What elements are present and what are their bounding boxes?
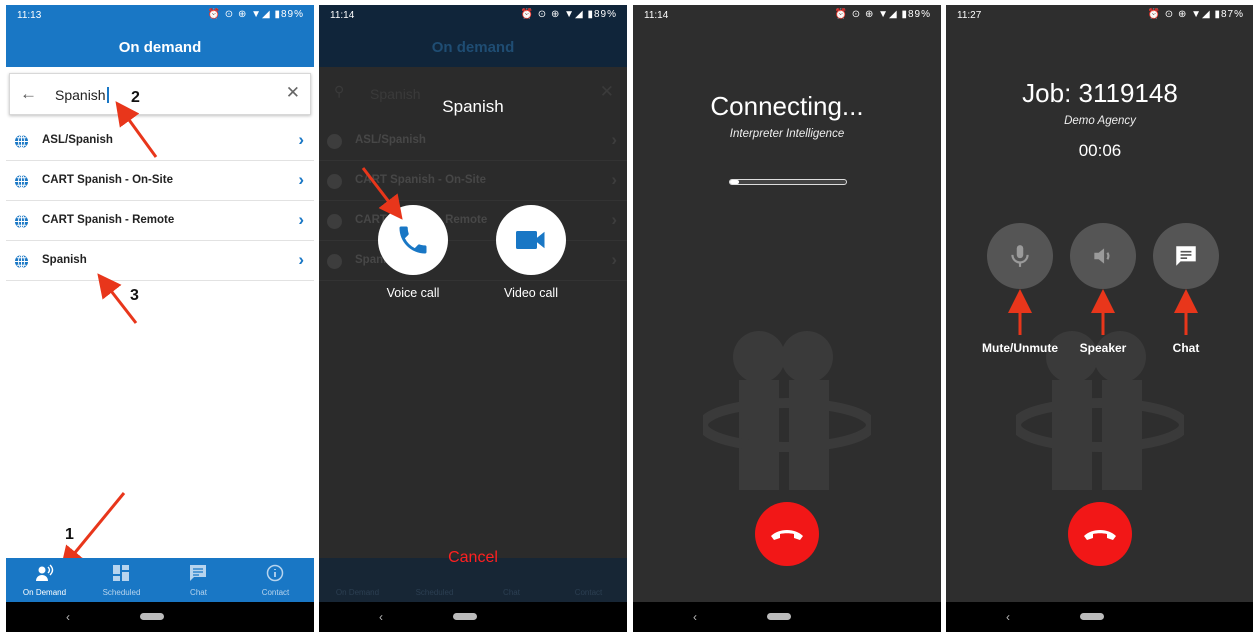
system-home-icon[interactable] — [453, 613, 477, 620]
annotation-step-1: 1 — [65, 526, 74, 543]
system-nav-bar: ‹ — [633, 602, 941, 632]
mute-label: Mute/Unmute — [982, 341, 1058, 355]
phone-screen-connecting: 11:14 ⏰ ⊙ ⊕ ▼◢ ▮89% Connecting... Interp… — [633, 5, 941, 632]
system-nav-bar: ‹ — [319, 602, 627, 632]
phone-screen-in-call: 11:27 ⏰ ⊙ ⊕ ▼◢ ▮87% Job: 3119148 Demo Ag… — [946, 5, 1253, 632]
info-icon — [266, 564, 284, 582]
nav-on-demand[interactable]: On Demand — [6, 558, 83, 602]
hang-up-button[interactable] — [1068, 502, 1132, 566]
nav-label: Contact — [261, 588, 290, 597]
provider-name: Interpreter Intelligence — [729, 128, 845, 140]
status-time: 11:14 — [644, 10, 669, 21]
system-home-icon[interactable] — [140, 613, 164, 620]
on-demand-icon — [36, 564, 54, 581]
nav-label: Scheduled — [102, 588, 141, 597]
chat-icon — [190, 565, 206, 581]
status-icons: ⏰ ⊙ ⊕ ▼◢ ▮89% — [834, 9, 931, 20]
nav-label: Contact — [574, 588, 603, 597]
cancel-button[interactable]: Cancel — [319, 549, 627, 567]
annotation-arrow — [361, 167, 403, 220]
nav-label: Chat — [503, 588, 520, 597]
speaker-label: Speaker — [1079, 341, 1127, 355]
nav-label: On Demand — [335, 588, 380, 597]
system-back-icon[interactable]: ‹ — [693, 610, 697, 624]
nav-chat[interactable]: Chat — [160, 558, 237, 602]
bottom-nav: On Demand Scheduled Chat Contact — [6, 558, 314, 602]
annotation-arrows — [1008, 289, 1198, 335]
connecting-heading: Connecting... — [710, 91, 864, 121]
nav-label: On Demand — [22, 588, 67, 597]
phone-screen-call-choice: On demand ⚲ Spanish ✕ ASL/Spanish › CART … — [319, 5, 627, 632]
hang-up-icon — [771, 530, 803, 540]
phone-screen-search: 11:13 ⏰ ⊙ ⊕ ▼◢ ▮89% On demand ← Spanish … — [6, 5, 314, 632]
nav-contact[interactable]: Contact — [237, 558, 314, 602]
nav-scheduled[interactable]: Scheduled — [83, 558, 160, 602]
chat-label: Chat — [1172, 341, 1200, 355]
system-home-icon[interactable] — [1080, 613, 1104, 620]
watermark-logo — [703, 331, 871, 490]
system-back-icon[interactable]: ‹ — [66, 610, 70, 624]
annotation-step-2: 2 — [131, 89, 140, 106]
progress-bar — [729, 179, 847, 185]
hang-up-button[interactable] — [755, 502, 819, 566]
system-home-icon[interactable] — [767, 613, 791, 620]
watermark-logo — [1016, 331, 1184, 490]
system-nav-bar: ‹ — [946, 602, 1253, 632]
progress-fill — [730, 180, 740, 184]
nav-label: Chat — [190, 588, 207, 597]
system-back-icon[interactable]: ‹ — [379, 610, 383, 624]
scheduled-icon — [113, 565, 129, 581]
annotation-step-3: 3 — [130, 287, 139, 304]
status-bar: 11:14 ⏰ ⊙ ⊕ ▼◢ ▮89% — [633, 5, 941, 27]
nav-label: Scheduled — [415, 588, 454, 597]
system-nav-bar: ‹ — [6, 602, 314, 632]
annotation-arrows — [60, 101, 158, 571]
hang-up-icon — [1084, 530, 1116, 540]
system-back-icon[interactable]: ‹ — [1006, 610, 1010, 624]
